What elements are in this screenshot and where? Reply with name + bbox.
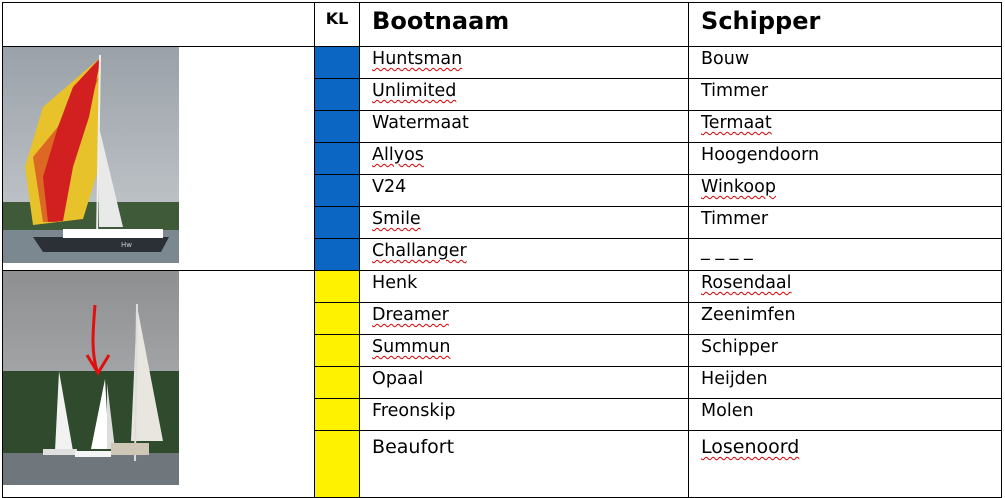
bootnaam-cell: Huntsman	[359, 46, 690, 79]
bootnaam-cell: Allyos	[359, 142, 690, 175]
bootnaam-cell: Summun	[359, 334, 690, 367]
red-yellow-spinnaker-sailboat-photo: Hw	[3, 47, 179, 263]
bootnaam-cell: Smile	[359, 206, 690, 239]
kl-cell	[313, 110, 361, 143]
boat-name: Unlimited	[372, 81, 457, 101]
header-schipper: Schipper	[688, 2, 1002, 47]
schipper-cell: Heijden	[688, 366, 1002, 399]
svg-text:Hw: Hw	[121, 241, 132, 249]
kl-cell	[313, 78, 361, 111]
skipper-name: Winkoop	[701, 177, 776, 197]
boat-name: Henk	[372, 273, 418, 293]
schipper-cell: Schipper	[688, 334, 1002, 367]
bootnaam-cell: Dreamer	[359, 302, 690, 335]
schipper-cell: Winkoop	[688, 174, 1002, 207]
skipper-name: Timmer	[701, 81, 769, 101]
schipper-cell: Rosendaal	[688, 270, 1002, 303]
boat-name: V24	[372, 177, 407, 197]
kl-cell	[313, 302, 361, 335]
bootnaam-cell: Opaal	[359, 366, 690, 399]
kl-cell	[313, 430, 361, 498]
schipper-cell: Zeenimfen	[688, 302, 1002, 335]
kl-cell	[313, 238, 361, 271]
kl-cell	[313, 174, 361, 207]
bootnaam-cell: Watermaat	[359, 110, 690, 143]
bootnaam-cell: Henk	[359, 270, 690, 303]
boat-table-container: KL Bootnaam Schipper Hw Huntsman Bouw Un…	[2, 2, 1002, 498]
boat-name: Watermaat	[372, 113, 469, 133]
schipper-cell: Timmer	[688, 78, 1002, 111]
kl-cell	[313, 46, 361, 79]
skipper-name: Termaat	[701, 113, 772, 133]
header-empty-cell	[2, 2, 315, 47]
skipper-name: Losenoord	[701, 436, 800, 458]
schipper-cell: Timmer	[688, 206, 1002, 239]
boat-name: Huntsman	[372, 49, 463, 69]
table-row: Henk Rosendaal	[2, 270, 1002, 498]
skipper-name: Molen	[701, 401, 754, 421]
header-row: KL Bootnaam Schipper	[2, 2, 1002, 47]
kl-cell	[313, 366, 361, 399]
schipper-cell: _ _ _ _	[688, 238, 1002, 271]
skipper-name: Zeenimfen	[701, 305, 796, 325]
boat-name: Allyos	[372, 145, 424, 165]
schipper-cell: Bouw	[688, 46, 1002, 79]
table-row: Hw Huntsman Bouw	[2, 46, 1002, 271]
boat-name: Smile	[372, 209, 421, 229]
bootnaam-cell: V24	[359, 174, 690, 207]
header-kl: KL	[313, 2, 361, 47]
kl-cell	[313, 398, 361, 431]
boat-name: Challanger	[372, 241, 467, 261]
kl-cell	[313, 270, 361, 303]
bootnaam-cell: Freonskip	[359, 398, 690, 431]
bootnaam-cell: Unlimited	[359, 78, 690, 111]
skipper-name: _ _ _ _	[701, 241, 753, 261]
kl-cell	[313, 142, 361, 175]
boat-table: KL Bootnaam Schipper Hw Huntsman Bouw Un…	[2, 2, 1002, 498]
boat-name: Opaal	[372, 369, 424, 389]
skipper-name: Schipper	[701, 337, 778, 357]
kl-cell	[313, 206, 361, 239]
schipper-cell: Losenoord	[688, 430, 1002, 498]
boat-name: Summun	[372, 337, 451, 357]
skipper-name: Rosendaal	[701, 273, 792, 293]
boat-name: Freonskip	[372, 401, 456, 421]
photo-cell-blue: Hw	[2, 46, 315, 271]
header-bootnaam: Bootnaam	[359, 2, 690, 47]
sailboats-with-red-arrow-photo	[3, 271, 179, 485]
bootnaam-cell: Challanger	[359, 238, 690, 271]
skipper-name: Timmer	[701, 209, 769, 229]
kl-cell	[313, 334, 361, 367]
boat-name: Dreamer	[372, 305, 449, 325]
boat-name: Beaufort	[372, 436, 455, 458]
skipper-name: Hoogendoorn	[701, 145, 820, 165]
schipper-cell: Hoogendoorn	[688, 142, 1002, 175]
skipper-name: Heijden	[701, 369, 768, 389]
bootnaam-cell: Beaufort	[359, 430, 690, 498]
schipper-cell: Molen	[688, 398, 1002, 431]
photo-cell-yellow	[2, 270, 315, 498]
schipper-cell: Termaat	[688, 110, 1002, 143]
skipper-name: Bouw	[701, 49, 750, 69]
